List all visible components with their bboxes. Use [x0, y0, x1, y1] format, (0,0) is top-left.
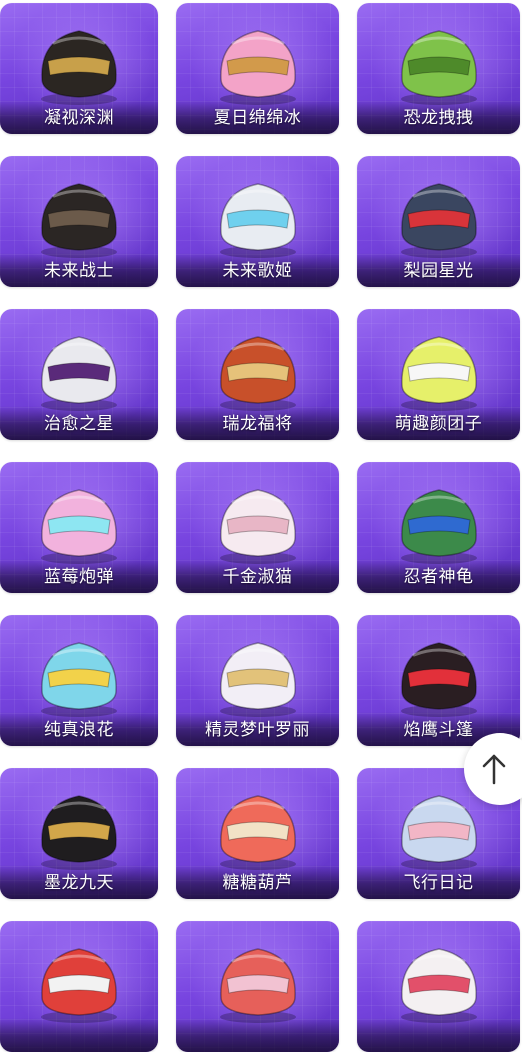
skin-card[interactable]: [176, 921, 339, 1052]
helmet-skin-grid: 凝视深渊 夏日绵绵冰 恐龙拽拽未来战士 未来歌姬 梨园星光治愈之星 瑞龙福将 萌趣颜团子蓝莓…: [0, 3, 520, 1052]
skin-card-label: 糖糖葫芦: [176, 865, 339, 899]
skin-card-label: 未来战士: [0, 253, 158, 287]
skin-card[interactable]: 蓝莓炮弹: [0, 462, 158, 593]
skin-card[interactable]: 瑞龙福将: [176, 309, 339, 440]
skin-card-label: [176, 1018, 339, 1052]
white-visor-helmet-icon: [219, 183, 296, 258]
fairy-gold-helmet-icon: [219, 642, 296, 717]
sprout-yellow-helmet-icon: [400, 336, 477, 411]
skin-card[interactable]: 治愈之星: [0, 309, 158, 440]
ice-cream-helmet-icon: [219, 30, 296, 105]
dinosaur-helmet-icon: [400, 30, 477, 105]
motorcycle-helmet-icon: [41, 336, 117, 411]
skin-card-label: 治愈之星: [0, 406, 158, 440]
skin-card-label: 精灵梦叶罗丽: [176, 712, 339, 746]
skin-card[interactable]: 焰鹰斗篷: [357, 615, 520, 746]
skin-card[interactable]: 精灵梦叶罗丽: [176, 615, 339, 746]
white-red-helmet-partial-icon: [400, 948, 477, 1023]
red-helmet-partial-icon: [41, 948, 117, 1023]
skin-card-label: 梨园星光: [357, 253, 520, 287]
skin-card[interactable]: 未来战士: [0, 156, 158, 287]
opera-headdress-helmet-icon: [400, 183, 477, 258]
skin-card[interactable]: 忍者神龟: [357, 462, 520, 593]
skin-card-label: 飞行日记: [357, 865, 520, 899]
skin-card[interactable]: 未来歌姬: [176, 156, 339, 287]
cat-ear-lace-helmet-icon: [219, 489, 296, 564]
skin-card-label: 纯真浪花: [0, 712, 158, 746]
arrow-up-icon: [482, 754, 506, 785]
skin-card-label: 夏日绵绵冰: [176, 100, 339, 134]
candy-haw-helmet-icon: [219, 795, 296, 870]
skin-card-label: [357, 1018, 520, 1052]
dark-antler-helmet-icon: [41, 30, 117, 105]
spiked-black-helmet-icon: [41, 183, 117, 258]
red-black-visor-helmet-icon: [400, 642, 477, 717]
turtle-armor-helmet-icon: [400, 489, 477, 564]
skin-card[interactable]: [0, 921, 158, 1052]
skin-card[interactable]: 纯真浪花: [0, 615, 158, 746]
skin-card[interactable]: 墨龙九天: [0, 768, 158, 899]
skin-card-label: 瑞龙福将: [176, 406, 339, 440]
skin-card[interactable]: 梨园星光: [357, 156, 520, 287]
skin-card[interactable]: 恐龙拽拽: [357, 3, 520, 134]
skin-card-label: [0, 1018, 158, 1052]
wave-duck-helmet-icon: [41, 642, 117, 717]
skin-card[interactable]: 糖糖葫芦: [176, 768, 339, 899]
skin-card-label: 忍者神龟: [357, 559, 520, 593]
skin-card-label: 凝视深渊: [0, 100, 158, 134]
skin-card[interactable]: 萌趣颜团子: [357, 309, 520, 440]
skin-card-label: 蓝莓炮弹: [0, 559, 158, 593]
skin-card[interactable]: 千金淑猫: [176, 462, 339, 593]
dragon-red-helmet-icon: [219, 336, 296, 411]
black-dragon-helmet-icon: [41, 795, 117, 870]
skin-card-label: 萌趣颜团子: [357, 406, 520, 440]
skin-card-label: 墨龙九天: [0, 865, 158, 899]
red-pink-helmet-partial-icon: [219, 948, 296, 1023]
skin-card-label: 未来歌姬: [176, 253, 339, 287]
skin-card-label: 恐龙拽拽: [357, 100, 520, 134]
skin-card[interactable]: 凝视深渊: [0, 3, 158, 134]
skin-card[interactable]: 夏日绵绵冰: [176, 3, 339, 134]
skin-card-label: 千金淑猫: [176, 559, 339, 593]
skin-card[interactable]: [357, 921, 520, 1052]
pink-cake-helmet-icon: [41, 489, 117, 564]
